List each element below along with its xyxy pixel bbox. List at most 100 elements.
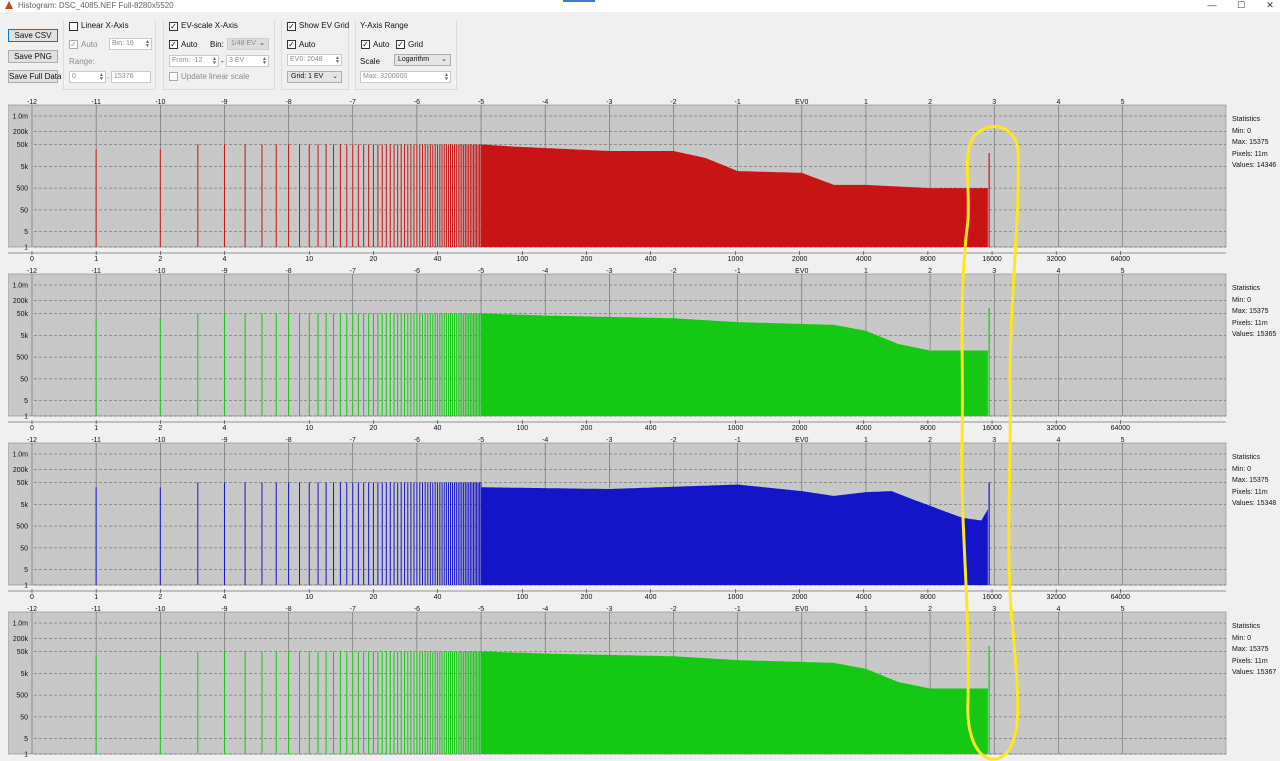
- linear-tick-label: 400: [645, 594, 657, 600]
- linear-x-axis-checkbox[interactable]: [69, 22, 78, 31]
- histogram-plot-red[interactable]: 1.0m200k50k5k5005051-12 -11 -10 -9 -8 -7 -6 -5-…: [8, 96, 1230, 262]
- linear-tick-label: 20: [370, 425, 378, 431]
- y-tick-label: 1.0m: [12, 452, 28, 459]
- ev-tick-label: -2: [670, 268, 676, 275]
- chevron-down-icon: ⌄: [259, 40, 265, 47]
- linear-tick-label: 2000: [792, 425, 808, 431]
- stats-pixels: Pixels: 11m: [1232, 319, 1268, 327]
- linear-tick-label: 64000: [1111, 594, 1131, 600]
- ev-bin-label: Bin:: [210, 40, 224, 49]
- y-tick-label: 200k: [13, 129, 29, 136]
- ev-tick-label: -7: [350, 268, 356, 275]
- y-tick-label: 5: [24, 229, 28, 236]
- spinner-icon[interactable]: ▲ ▼: [335, 56, 340, 65]
- maximize-icon[interactable]: ☐: [1225, 0, 1257, 12]
- ev-tick-label: 3: [992, 99, 996, 106]
- save-csv-button[interactable]: Save CSV: [8, 29, 58, 42]
- linear-tick-label: 100: [517, 256, 529, 262]
- ev-tick-label: 1: [864, 99, 868, 106]
- ev-tick-label: -9: [221, 99, 227, 106]
- ev-tick-label: 4: [1056, 437, 1060, 444]
- ev-to-field[interactable]: 3 EV ▲ ▼: [226, 55, 269, 67]
- ev-grid-dropdown[interactable]: Grid: 1 EV ⌄: [287, 71, 342, 83]
- chevron-down-icon: ⌄: [441, 56, 447, 63]
- ev-scale-checkbox[interactable]: ✓: [169, 22, 178, 31]
- close-icon[interactable]: ✕: [1254, 0, 1280, 12]
- ev-tick-label: EV0: [795, 268, 808, 275]
- histogram-plot-green[interactable]: 1.0m200k50k5k5005051-12 -11 -10 -9 -8 -7 -6 -5-…: [8, 265, 1230, 431]
- ev-tick-label: -8: [285, 268, 291, 275]
- histogram-plot-luminance[interactable]: 1.0m200k50k5k5005051-12 -11 -10 -9 -8 -7 -6 -5-…: [8, 603, 1230, 761]
- linear-tick-label: 8000: [920, 256, 936, 262]
- y-tick-label: 1.0m: [12, 283, 28, 290]
- ev-grid-auto-checkbox[interactable]: ✓: [287, 40, 296, 49]
- update-linear-checkbox[interactable]: [169, 72, 178, 81]
- app-logo-icon: [5, 1, 13, 9]
- window-title: Histogram: DSC_4085.NEF Full-8280x5520: [18, 1, 174, 10]
- ev0-field[interactable]: EV0: 2048 ▲ ▼: [287, 54, 342, 66]
- y-max-field[interactable]: Max: 3200000 ▲ ▼: [360, 71, 451, 83]
- y-tick-label: 5k: [21, 502, 29, 509]
- y-tick-label: 1: [24, 583, 28, 590]
- ev-auto-label: Auto: [181, 40, 198, 49]
- ev0-value: EV0: 2048: [290, 56, 323, 63]
- range-from-field[interactable]: 0 ▲ ▼: [69, 71, 106, 83]
- ev-tick-label: -9: [221, 437, 227, 444]
- linear-tick-label: 64000: [1111, 256, 1131, 262]
- range-label: Range:: [69, 57, 95, 66]
- ev-tick-label: EV0: [795, 437, 808, 444]
- y-axis-range-label: Y-Axis Range: [360, 21, 409, 30]
- ev-tick-label: -7: [350, 437, 356, 444]
- linear-tick-label: 32000: [1046, 594, 1066, 600]
- ev-tick-label: -12: [27, 99, 37, 106]
- ev-auto-checkbox[interactable]: ✓: [169, 40, 178, 49]
- linear-tick-label: 40: [434, 256, 442, 262]
- ev-tick-label: 2: [928, 437, 932, 444]
- range-to-field[interactable]: 15376: [111, 71, 151, 83]
- y-tick-label: 5k: [21, 164, 29, 171]
- ev-tick-label: -11: [91, 99, 101, 106]
- linear-tick-label: 10: [305, 256, 313, 262]
- spinner-icon[interactable]: ▲ ▼: [212, 57, 217, 66]
- spinner-icon[interactable]: ▲ ▼: [262, 57, 267, 66]
- scale-dropdown[interactable]: Logarithm ⌄: [394, 54, 451, 66]
- ev-tick-label: -11: [91, 268, 101, 275]
- stats-values: Values: 14346: [1232, 162, 1277, 169]
- ev-from-field[interactable]: From: -12 ▲ ▼: [169, 55, 219, 67]
- spinner-icon[interactable]: ▲ ▼: [444, 73, 449, 82]
- linear-x-axis-label: Linear X-Axis: [81, 21, 129, 30]
- save-full-data-button[interactable]: Save Full Data: [8, 70, 61, 83]
- ev-bin-dropdown[interactable]: 1/48 EV ⌄: [227, 38, 269, 50]
- ev-tick-label: -9: [221, 268, 227, 275]
- ev-tick-label: 4: [1056, 99, 1060, 106]
- y-auto-checkbox[interactable]: ✓: [361, 40, 370, 49]
- ev-scale-x-axis-group: ✓ EV-scale X-Axis ✓ Auto Bin: 1/48 EV ⌄ F…: [163, 20, 275, 90]
- range-to-value: 15376: [114, 73, 134, 80]
- stats-max: Max: 15375: [1232, 139, 1269, 146]
- linear-auto-checkbox[interactable]: ✓: [69, 40, 78, 49]
- statistics-box: Statistics Min: 0 Max: 15375 Pixels: 11m…: [1232, 283, 1280, 341]
- spinner-icon[interactable]: ▲ ▼: [99, 73, 104, 82]
- histogram-plot-blue[interactable]: 1.0m200k50k5k5005051-12 -11 -10 -9 -8 -7 -6 -5-…: [8, 434, 1230, 600]
- show-ev-grid-checkbox[interactable]: ✓: [287, 22, 296, 31]
- linear-x-axis-group: Linear X-Axis ✓ Auto Bin: 16 ▲ ▼ Range: 0 ▲…: [63, 20, 156, 90]
- spinner-icon[interactable]: ▲ ▼: [145, 40, 150, 49]
- minimize-icon[interactable]: —: [1196, 0, 1228, 12]
- y-tick-label: 5k: [21, 671, 29, 678]
- linear-tick-label: 32000: [1046, 256, 1066, 262]
- stats-min: Min: 0: [1232, 127, 1252, 135]
- ev-tick-label: -6: [414, 99, 420, 106]
- ev-tick-label: -1: [735, 437, 741, 444]
- statistics-box: Statistics Min: 0 Max: 15375 Pixels: 11m…: [1232, 452, 1280, 510]
- linear-tick-label: 2: [158, 256, 162, 262]
- ev-tick-label: -4: [542, 437, 548, 444]
- linear-bin-field[interactable]: Bin: 16 ▲ ▼: [109, 38, 152, 50]
- save-png-button[interactable]: Save PNG: [8, 50, 58, 63]
- linear-tick-label: 1000: [728, 425, 744, 431]
- linear-tick-label: 4000: [856, 594, 872, 600]
- ev-grid-value: Grid: 1 EV: [291, 73, 324, 80]
- linear-tick-label: 400: [645, 256, 657, 262]
- y-grid-checkbox[interactable]: ✓: [396, 40, 405, 49]
- ev-tick-label: -5: [478, 99, 484, 106]
- y-grid-label: Grid: [408, 40, 424, 49]
